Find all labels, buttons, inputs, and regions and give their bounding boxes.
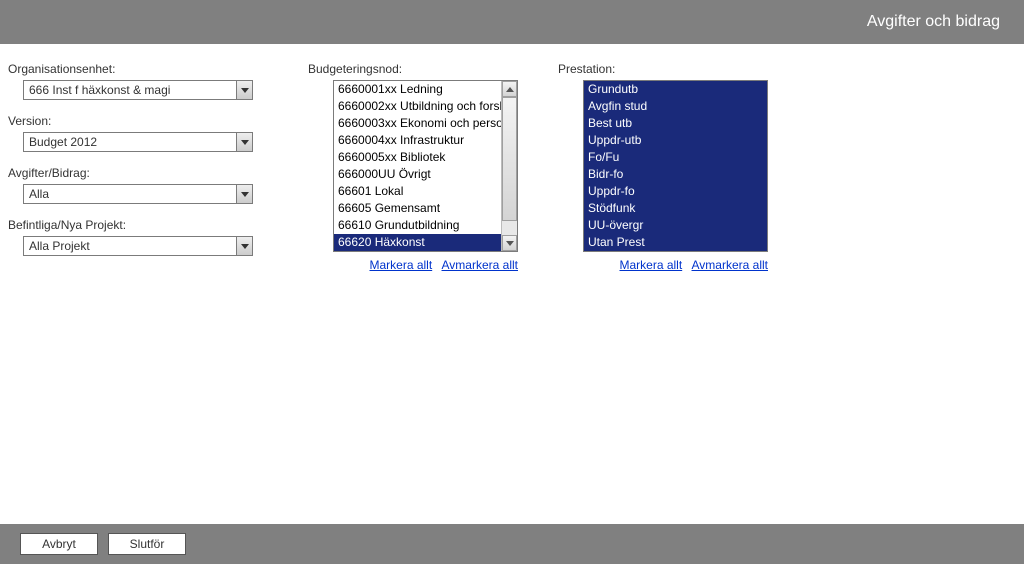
chevron-down-icon — [236, 237, 252, 255]
avgifter-dropdown[interactable]: Alla — [23, 184, 253, 204]
content-area: Organisationsenhet: 666 Inst f häxkonst … — [0, 44, 1024, 524]
budget-deselect-all-link[interactable]: Avmarkera allt — [442, 258, 518, 272]
prestation-list-item[interactable]: Uppdr-utb — [584, 132, 767, 149]
version-dropdown[interactable]: Budget 2012 — [23, 132, 253, 152]
budget-list-item[interactable]: 6660004xx Infrastruktur — [334, 132, 501, 149]
scroll-track[interactable] — [502, 97, 517, 235]
prestation-list-item[interactable]: Best utb — [584, 115, 767, 132]
budget-list-item[interactable]: 666000UU Övrigt — [334, 166, 501, 183]
filter-column: Organisationsenhet: 666 Inst f häxkonst … — [8, 62, 268, 270]
page-title: Avgifter och bidrag — [867, 13, 1000, 31]
prestation-deselect-all-link[interactable]: Avmarkera allt — [692, 258, 768, 272]
avgifter-dropdown-value: Alla — [29, 187, 49, 201]
budget-list-item[interactable]: 6660002xx Utbildning och forskning — [334, 98, 501, 115]
cancel-button[interactable]: Avbryt — [20, 533, 98, 555]
budget-select-all-link[interactable]: Markera allt — [369, 258, 432, 272]
projekt-dropdown[interactable]: Alla Projekt — [23, 236, 253, 256]
budget-list-item[interactable]: 66620 Häxkonst — [334, 234, 501, 251]
budget-list-item[interactable]: 66605 Gemensamt — [334, 200, 501, 217]
prestation-select-all-link[interactable]: Markera allt — [619, 258, 682, 272]
budget-list-item[interactable]: 66601 Lokal — [334, 183, 501, 200]
prestation-list-item[interactable]: Grundutb — [584, 81, 767, 98]
header-bar: Avgifter och bidrag — [0, 0, 1024, 44]
footer-bar: Avbryt Slutför — [0, 524, 1024, 564]
budget-column: Budgeteringsnod: 6660001xx Ledning666000… — [308, 62, 518, 272]
projekt-label: Befintliga/Nya Projekt: — [8, 218, 268, 232]
scroll-thumb[interactable] — [502, 97, 517, 221]
budget-list-item[interactable]: 6660001xx Ledning — [334, 81, 501, 98]
chevron-down-icon — [236, 81, 252, 99]
chevron-down-icon — [236, 133, 252, 151]
budget-list-item[interactable]: 6660005xx Bibliotek — [334, 149, 501, 166]
budget-listbox[interactable]: 6660001xx Ledning6660002xx Utbildning oc… — [333, 80, 518, 252]
prestation-list-item[interactable]: Fo/Fu — [584, 149, 767, 166]
scrollbar[interactable] — [501, 81, 517, 251]
projekt-dropdown-value: Alla Projekt — [29, 239, 90, 253]
version-label: Version: — [8, 114, 268, 128]
org-label: Organisationsenhet: — [8, 62, 268, 76]
prestation-list-item[interactable]: Stödfunk — [584, 200, 767, 217]
prestation-list-item[interactable]: UU-övergr — [584, 217, 767, 234]
prestation-label: Prestation: — [558, 62, 768, 76]
budget-list-item[interactable]: 6660003xx Ekonomi och personal — [334, 115, 501, 132]
prestation-listbox[interactable]: GrundutbAvgfin studBest utbUppdr-utbFo/F… — [583, 80, 768, 252]
prestation-list-item[interactable]: Uppdr-fo — [584, 183, 767, 200]
version-dropdown-value: Budget 2012 — [29, 135, 97, 149]
prestation-column: Prestation: GrundutbAvgfin studBest utbU… — [558, 62, 768, 272]
chevron-down-icon — [236, 185, 252, 203]
scroll-down-button[interactable] — [502, 235, 517, 251]
scroll-up-button[interactable] — [502, 81, 517, 97]
budget-list-item[interactable]: 66610 Grundutbildning — [334, 217, 501, 234]
avgifter-label: Avgifter/Bidrag: — [8, 166, 268, 180]
org-dropdown[interactable]: 666 Inst f häxkonst & magi — [23, 80, 253, 100]
org-dropdown-value: 666 Inst f häxkonst & magi — [29, 83, 170, 97]
finish-button[interactable]: Slutför — [108, 533, 186, 555]
prestation-list-item[interactable]: Utan Prest — [584, 234, 767, 251]
prestation-list-item[interactable]: Bidr-fo — [584, 166, 767, 183]
prestation-list-item[interactable]: Avgfin stud — [584, 98, 767, 115]
budget-label: Budgeteringsnod: — [308, 62, 518, 76]
